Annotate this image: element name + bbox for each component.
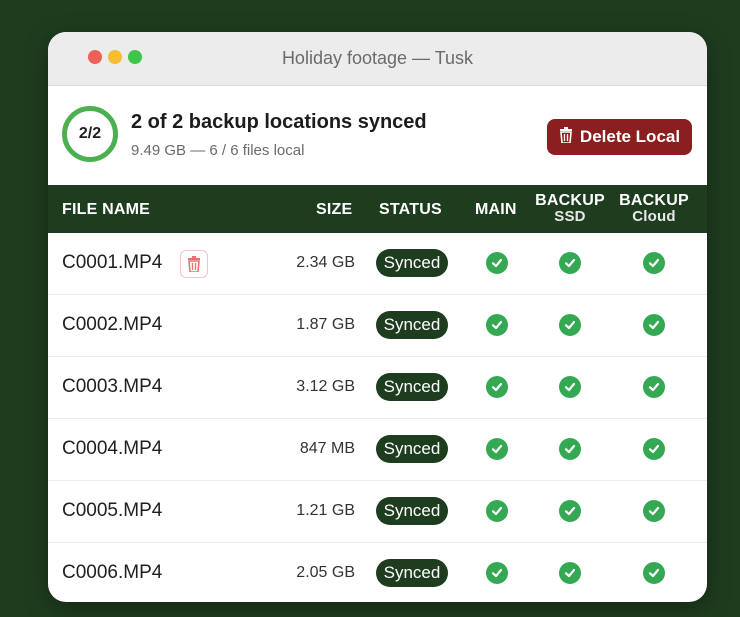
trash-icon[interactable] [180,250,208,278]
file-size: 3.12 GB [296,378,355,395]
check-circle-icon [559,376,581,398]
check-circle-icon [643,562,665,584]
check-circle-icon [643,500,665,522]
table-row[interactable]: C0003.MP4 3.12 GB Synced [48,357,707,419]
status-badge: Synced [376,497,448,525]
title-bar: Holiday footage — Tusk [48,32,707,86]
check-circle-icon [643,314,665,336]
summary-title: 2 of 2 backup locations synced [131,111,427,133]
delete-local-button[interactable]: Delete Local [547,119,692,155]
table-row[interactable]: C0002.MP4 1.87 GB Synced [48,295,707,357]
column-file-name[interactable]: FILE NAME [62,201,150,219]
check-circle-icon [486,500,508,522]
column-backup-ssd[interactable]: BACKUP SSD [534,193,606,225]
status-badge: Synced [376,311,448,339]
file-name: C0004.MP4 [62,438,163,459]
file-name: C0003.MP4 [62,376,163,397]
trash-icon [559,126,573,148]
file-name: C0002.MP4 [62,314,163,335]
table-header: FILE NAME SIZE STATUS MAIN BACKUP SSD BA… [48,185,707,233]
column-backup-ssd-label: BACKUP [535,192,605,209]
file-size: 2.34 GB [296,254,355,271]
status-badge: Synced [376,435,448,463]
table-row[interactable]: C0006.MP4 2.05 GB Synced [48,543,707,602]
sync-summary: 2/2 2 of 2 backup locations synced 9.49 … [48,86,707,186]
column-status[interactable]: STATUS [379,201,442,219]
file-size: 2.05 GB [296,564,355,581]
check-circle-icon [559,500,581,522]
check-circle-icon [559,562,581,584]
file-size: 1.21 GB [296,502,355,519]
status-badge: Synced [376,249,448,277]
table-row[interactable]: C0001.MP4 2.34 GB Synced [48,233,707,295]
check-circle-icon [486,314,508,336]
file-table: C0001.MP4 2.34 GB Synced C0002.MP4 1.87 … [48,233,707,602]
check-circle-icon [486,562,508,584]
file-size: 1.87 GB [296,316,355,333]
status-badge: Synced [376,373,448,401]
column-size[interactable]: SIZE [316,201,352,219]
sync-progress-ring: 2/2 [62,106,118,162]
file-name: C0001.MP4 [62,252,163,273]
table-row[interactable]: C0004.MP4 847 MB Synced [48,419,707,481]
column-backup-cloud[interactable]: BACKUP Cloud [618,193,690,225]
check-circle-icon [486,438,508,460]
check-circle-icon [486,376,508,398]
table-row[interactable]: C0005.MP4 1.21 GB Synced [48,481,707,543]
check-circle-icon [643,252,665,274]
column-backup-cloud-sub: Cloud [632,208,676,225]
check-circle-icon [643,438,665,460]
column-backup-cloud-label: BACKUP [619,192,689,209]
file-name: C0006.MP4 [62,562,163,583]
check-circle-icon [643,376,665,398]
summary-subtitle: 9.49 GB — 6 / 6 files local [131,142,305,159]
window-title: Holiday footage — Tusk [281,48,474,68]
column-main[interactable]: MAIN [475,201,517,219]
column-backup-ssd-sub: SSD [554,208,586,225]
file-size: 847 MB [299,440,355,457]
check-circle-icon [559,252,581,274]
delete-local-label: Delete Local [579,127,681,146]
check-circle-icon [559,314,581,336]
check-circle-icon [559,438,581,460]
app-window: Holiday footage — Tusk 2/2 2 of 2 backup… [48,32,707,602]
check-circle-icon [486,252,508,274]
file-name: C0005.MP4 [62,500,163,521]
status-badge: Synced [376,559,448,587]
